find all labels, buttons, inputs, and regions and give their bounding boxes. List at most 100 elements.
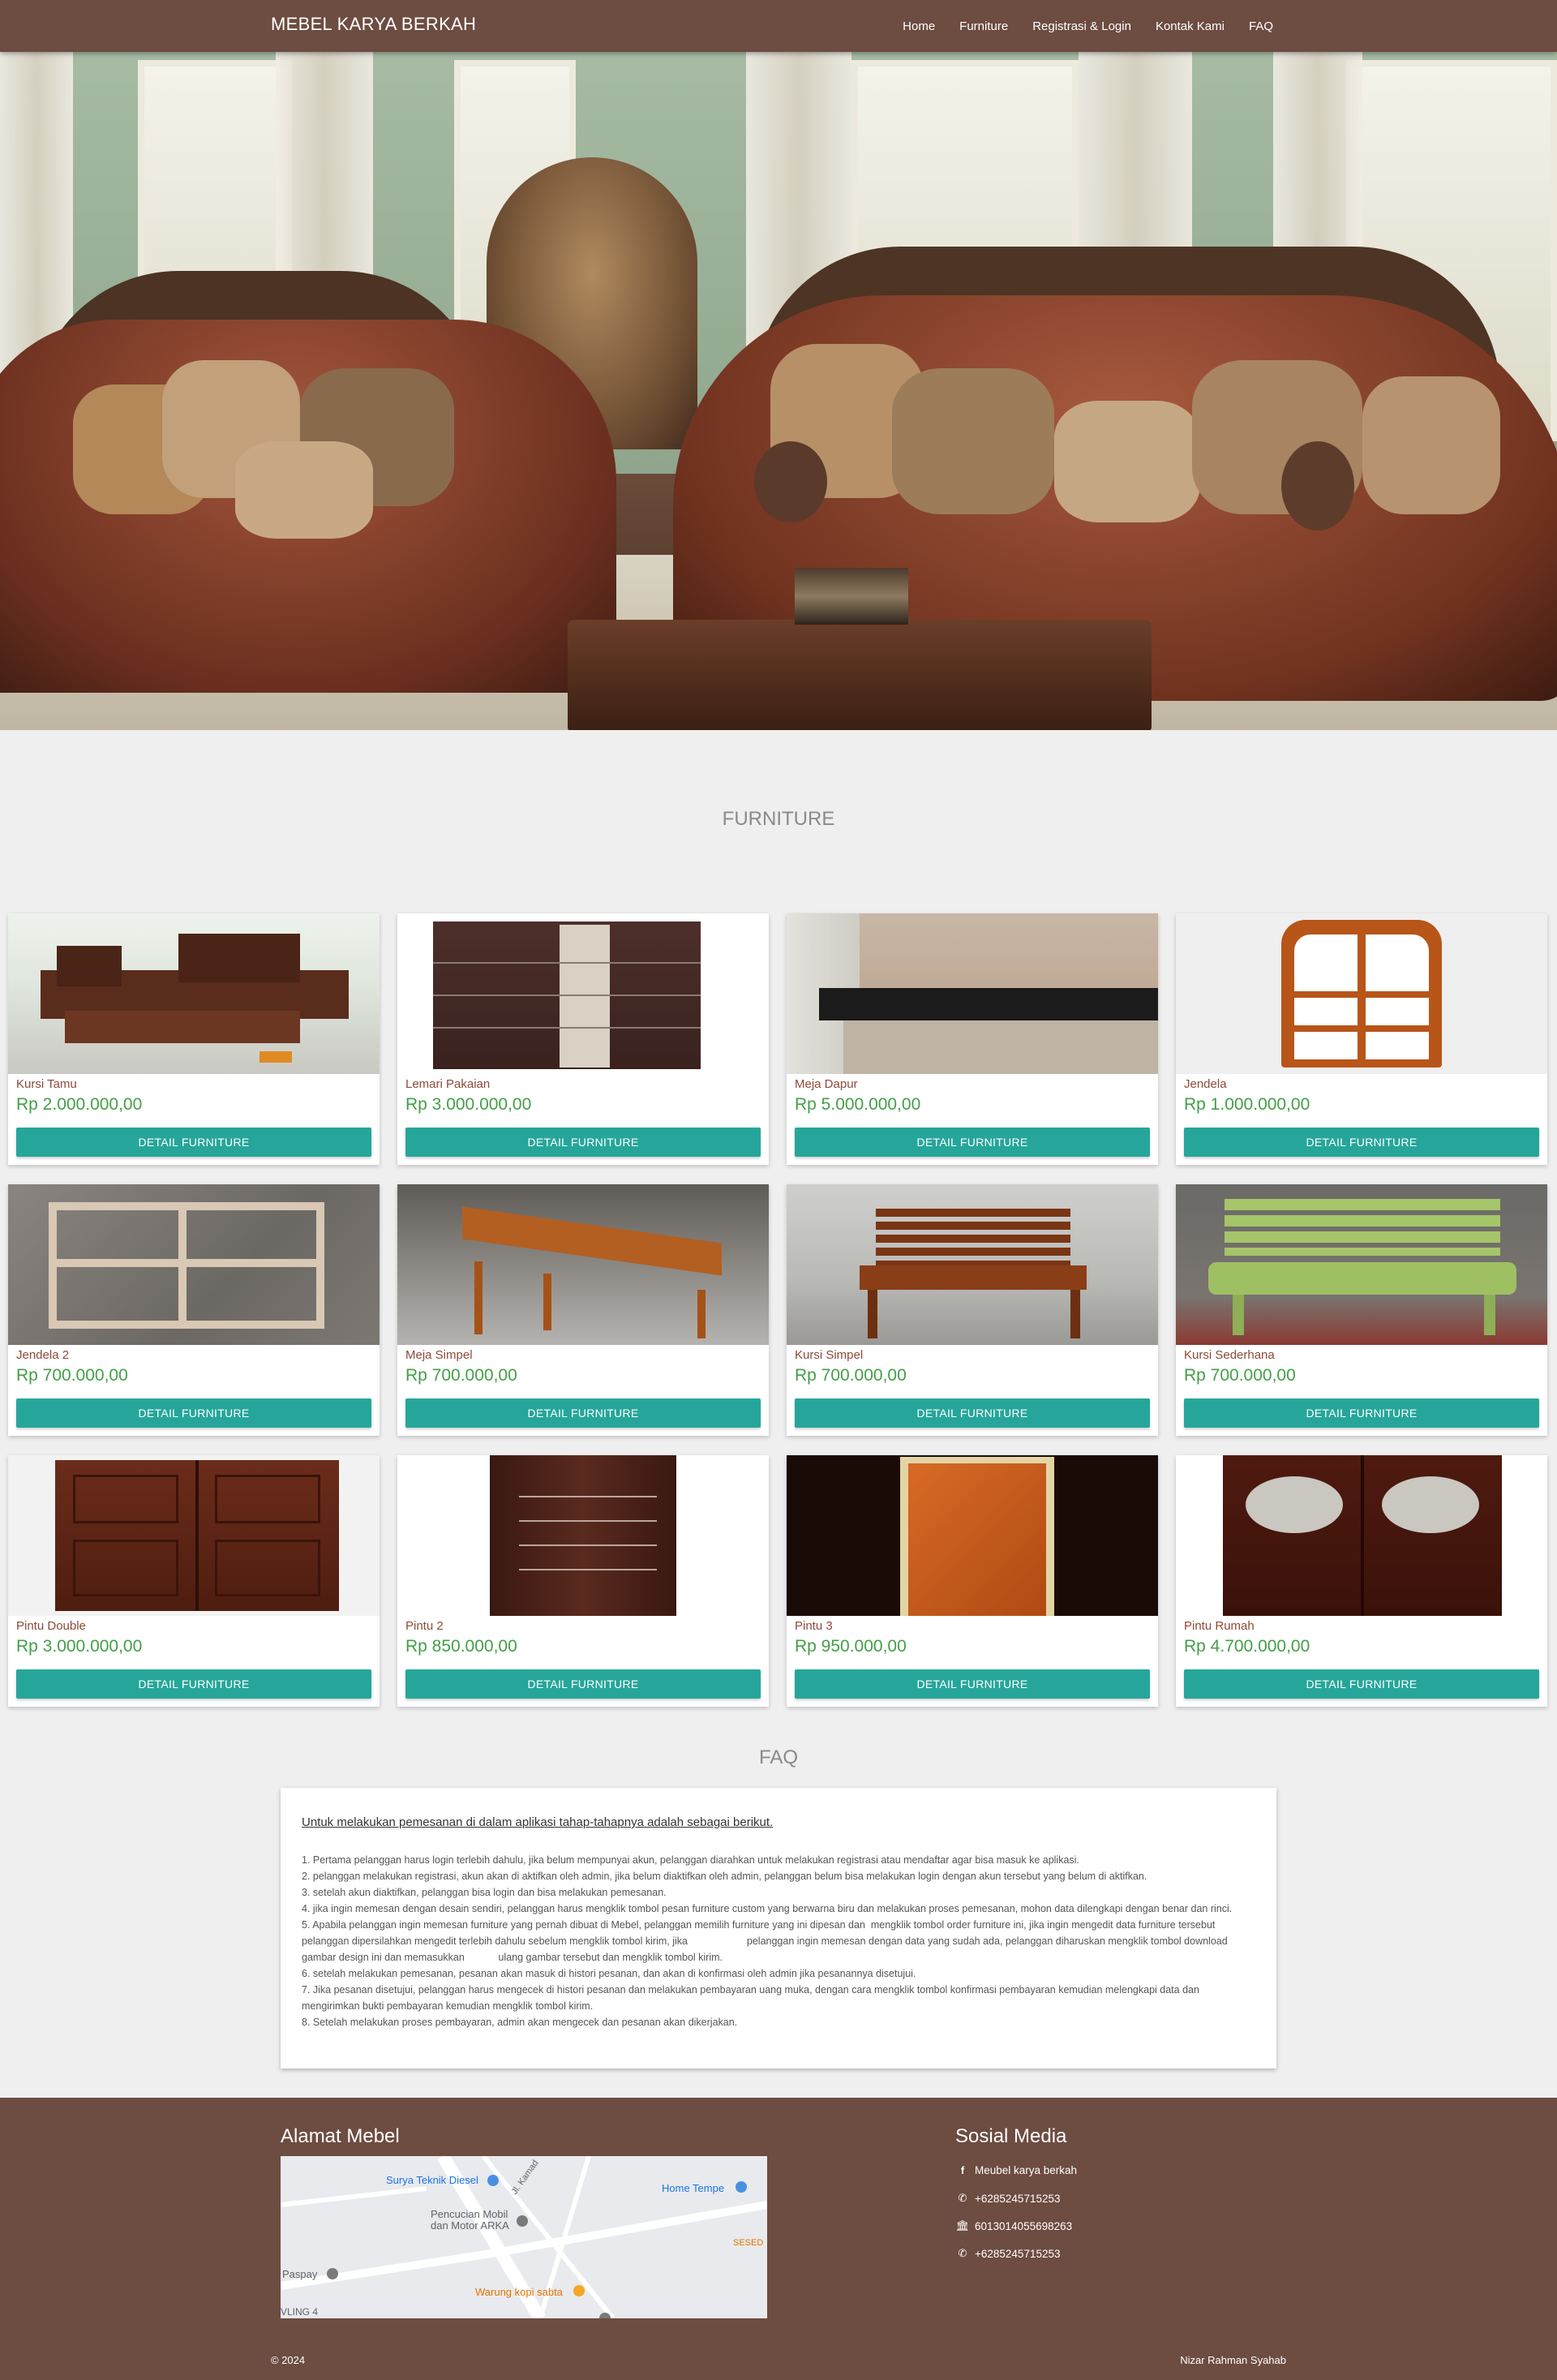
detail-furniture-button[interactable]: DETAIL FURNITURE — [16, 1669, 371, 1699]
product-card[interactable]: Pintu Rumah Rp 4.700.000,00 DETAIL FURNI… — [1176, 1455, 1547, 1707]
nav-register-login[interactable]: Registrasi & Login — [1032, 19, 1131, 33]
product-card[interactable]: Pintu 3 Rp 950.000,00 DETAIL FURNITURE — [787, 1455, 1158, 1707]
detail-furniture-button[interactable]: DETAIL FURNITURE — [795, 1128, 1150, 1157]
product-image[interactable] — [397, 1184, 769, 1345]
product-name: Lemari Pakaian — [405, 1077, 491, 1091]
social-phone-label[interactable]: +6285245715253 — [975, 2248, 1061, 2260]
product-image[interactable] — [787, 1455, 1158, 1616]
product-card[interactable]: Kursi Tamu Rp 2.000.000,00 DETAIL FURNIT… — [8, 913, 380, 1165]
social-facebook-label[interactable]: Meubel karya berkah — [975, 2164, 1077, 2176]
social-bank[interactable]: 🏛 6013014055698263 — [955, 2219, 1072, 2232]
hero-image — [0, 52, 1557, 730]
faq-heading: Untuk melakukan pemesanan di dalam aplik… — [302, 1815, 774, 1829]
product-image[interactable] — [787, 913, 1158, 1074]
product-image[interactable] — [397, 913, 769, 1074]
product-price: Rp 700.000,00 — [405, 1366, 517, 1385]
product-card[interactable]: Kursi Sederhana Rp 700.000,00 DETAIL FUR… — [1176, 1184, 1547, 1436]
product-name: Meja Simpel — [405, 1348, 473, 1362]
map-pin-icon[interactable] — [573, 2285, 585, 2296]
product-price: Rp 2.000.000,00 — [16, 1095, 143, 1114]
faq-panel: Untuk melakukan pemesanan di dalam aplik… — [281, 1788, 1276, 2069]
faq-step: 1. Pertama pelanggan harus login terlebi… — [302, 1854, 1079, 1866]
social-facebook[interactable]: f Meubel karya berkah — [955, 2164, 1077, 2176]
nav-faq[interactable]: FAQ — [1249, 19, 1273, 33]
faq-step: 7. Jika pesanan disetujui, pelanggan har… — [302, 1984, 1199, 2012]
faq-step: 5. Apabila pelanggan ingin memesan furni… — [302, 1919, 1231, 1963]
detail-furniture-button[interactable]: DETAIL FURNITURE — [1184, 1669, 1539, 1699]
map-label: Surya Teknik Diesel — [386, 2174, 478, 2186]
product-image[interactable] — [787, 1184, 1158, 1345]
map-label: Home Tempe — [662, 2182, 724, 2194]
product-card[interactable]: Meja Dapur Rp 5.000.000,00 DETAIL FURNIT… — [787, 913, 1158, 1165]
product-card[interactable]: Pintu 2 Rp 850.000,00 DETAIL FURNITURE — [397, 1455, 769, 1707]
map-label: Warung kopi sabta — [475, 2286, 564, 2298]
product-image[interactable] — [1176, 1455, 1547, 1616]
nav-furniture[interactable]: Furniture — [959, 19, 1008, 33]
map-pin-icon[interactable] — [487, 2175, 499, 2186]
facebook-icon: f — [960, 2164, 965, 2176]
detail-furniture-button[interactable]: DETAIL FURNITURE — [795, 1398, 1150, 1428]
address-title: Alamat Mebel — [281, 2125, 400, 2147]
product-image[interactable] — [8, 1184, 380, 1345]
bank-icon: 🏛 — [955, 2219, 970, 2232]
whatsapp-icon: ✆ — [958, 2192, 967, 2204]
copyright: © 2024 — [271, 2354, 306, 2366]
product-card[interactable]: Kursi Simpel Rp 700.000,00 DETAIL FURNIT… — [787, 1184, 1158, 1436]
faq-section-title: FAQ — [758, 1746, 798, 1768]
faq-step: 8. Setelah melakukan proses pembayaran, … — [302, 2017, 738, 2028]
nav-menu: Home Furniture Registrasi & Login Kontak… — [878, 0, 1273, 52]
product-price: Rp 3.000.000,00 — [16, 1637, 143, 1656]
product-card[interactable]: Meja Simpel Rp 700.000,00 DETAIL FURNITU… — [397, 1184, 769, 1436]
product-name: Kursi Simpel — [795, 1348, 864, 1362]
detail-furniture-button[interactable]: DETAIL FURNITURE — [1184, 1128, 1539, 1157]
product-price: Rp 850.000,00 — [405, 1637, 517, 1656]
map-pin-icon[interactable] — [736, 2181, 747, 2193]
faq-steps: 1. Pertama pelanggan harus login terlebi… — [302, 1852, 1255, 2030]
product-price: Rp 700.000,00 — [1184, 1366, 1296, 1385]
faq-step: 6. setelah melakukan pemesanan, pesanan … — [302, 1968, 916, 1979]
map-pin-icon[interactable] — [517, 2215, 528, 2227]
product-price: Rp 700.000,00 — [795, 1366, 907, 1385]
product-image[interactable] — [1176, 913, 1547, 1074]
detail-furniture-button[interactable]: DETAIL FURNITURE — [795, 1669, 1150, 1699]
product-name: Pintu 3 — [795, 1619, 833, 1633]
product-card[interactable]: Pintu Double Rp 3.000.000,00 DETAIL FURN… — [8, 1455, 380, 1707]
product-card[interactable]: Jendela Rp 1.000.000,00 DETAIL FURNITURE — [1176, 913, 1547, 1165]
product-name: Pintu Double — [16, 1619, 86, 1633]
social-bank-label[interactable]: 6013014055698263 — [975, 2220, 1072, 2232]
product-image[interactable] — [1176, 1184, 1547, 1345]
detail-furniture-button[interactable]: DETAIL FURNITURE — [1184, 1398, 1539, 1428]
product-card[interactable]: Jendela 2 Rp 700.000,00 DETAIL FURNITURE — [8, 1184, 380, 1436]
nav-home[interactable]: Home — [903, 19, 935, 33]
author-credit: Nizar Rahman Syahab — [1180, 2354, 1286, 2366]
navbar: MEBEL KARYA BERKAH Home Furniture Regist… — [0, 0, 1557, 52]
detail-furniture-button[interactable]: DETAIL FURNITURE — [16, 1398, 371, 1428]
product-name: Kursi Tamu — [16, 1077, 77, 1091]
map-label: Pencucian Mobil — [431, 2208, 508, 2220]
product-image[interactable] — [8, 1455, 380, 1616]
map-label: SESED — [733, 2238, 763, 2248]
social-whatsapp-label[interactable]: +6285245715253 — [975, 2193, 1061, 2205]
detail-furniture-button[interactable]: DETAIL FURNITURE — [405, 1128, 761, 1157]
faq-step: 4. jika ingin memesan dengan desain send… — [302, 1903, 1233, 1914]
detail-furniture-button[interactable]: DETAIL FURNITURE — [405, 1398, 761, 1428]
map-label: dan Motor ARKA — [431, 2219, 509, 2232]
product-image[interactable] — [8, 913, 380, 1074]
map-pin-icon[interactable] — [327, 2268, 338, 2279]
faq-step: 2. pelanggan melakukan registrasi, akun … — [302, 1871, 1147, 1882]
social-whatsapp[interactable]: ✆ +6285245715253 — [955, 2192, 1061, 2205]
brand-logo[interactable]: MEBEL KARYA BERKAH — [271, 14, 476, 35]
product-name: Pintu 2 — [405, 1619, 444, 1633]
product-name: Meja Dapur — [795, 1077, 858, 1091]
product-card[interactable]: Lemari Pakaian Rp 3.000.000,00 DETAIL FU… — [397, 913, 769, 1165]
map-label: Paspay — [282, 2268, 318, 2280]
product-image[interactable] — [397, 1455, 769, 1616]
detail-furniture-button[interactable]: DETAIL FURNITURE — [16, 1128, 371, 1157]
social-phone[interactable]: ✆ +6285245715253 — [955, 2247, 1061, 2260]
map-label: VLING 4 — [281, 2306, 318, 2318]
product-name: Pintu Rumah — [1184, 1619, 1255, 1633]
map-canvas[interactable]: Surya Teknik Diesel Home Tempe Pencucian… — [281, 2156, 767, 2318]
location-map[interactable]: Surya Teknik Diesel Home Tempe Pencucian… — [281, 2156, 767, 2318]
detail-furniture-button[interactable]: DETAIL FURNITURE — [405, 1669, 761, 1699]
nav-contact[interactable]: Kontak Kami — [1156, 19, 1225, 33]
